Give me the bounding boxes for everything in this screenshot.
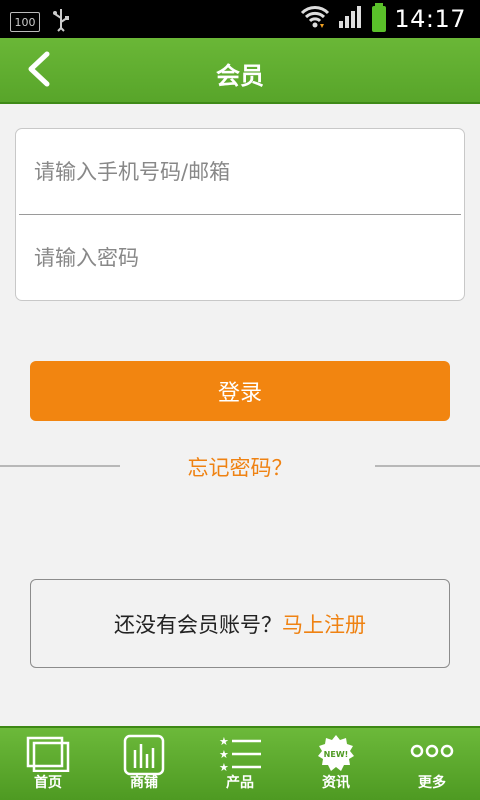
- svg-text:★: ★: [219, 735, 229, 748]
- phone-email-input[interactable]: [34, 160, 434, 184]
- divider-right: [375, 465, 480, 467]
- svg-text:NEW!: NEW!: [324, 750, 349, 759]
- tab-more[interactable]: 更多: [384, 728, 480, 800]
- home-icon: [26, 734, 70, 776]
- battery-icon: [372, 3, 387, 32]
- forgot-password-row: 忘记密码？: [0, 452, 480, 480]
- tab-products[interactable]: ★ ★ ★ 产品: [192, 728, 288, 800]
- news-badge-icon: NEW!: [316, 734, 356, 778]
- svg-text:★: ★: [219, 761, 229, 772]
- more-dots-icon: [410, 734, 454, 772]
- forgot-password-link[interactable]: 忘记密码？: [0, 452, 480, 482]
- battery-level-text: 100: [14, 15, 36, 29]
- title-bar: 会员: [0, 38, 480, 104]
- register-link[interactable]: 马上注册: [282, 609, 366, 639]
- bottom-tab-bar: 首页 商铺 ★ ★ ★ 产品 NEW! 资讯 更多: [0, 726, 480, 800]
- password-input[interactable]: [34, 246, 434, 270]
- login-form: [15, 128, 465, 301]
- login-button[interactable]: 登录: [30, 361, 450, 421]
- battery-level-indicator: 100: [10, 12, 40, 32]
- signal-icon: [338, 5, 364, 33]
- page-title: 会员: [216, 62, 264, 90]
- register-box: 还没有会员账号？ 马上注册: [30, 579, 450, 668]
- product-list-icon: ★ ★ ★: [218, 734, 262, 776]
- password-field: [16, 215, 464, 301]
- register-prompt: 还没有会员账号？: [114, 612, 282, 637]
- shop-chart-icon: [123, 734, 165, 780]
- tab-news[interactable]: NEW! 资讯: [288, 728, 384, 800]
- usb-icon: [52, 8, 70, 36]
- tab-more-label: 更多: [418, 775, 446, 791]
- tab-home[interactable]: 首页: [0, 728, 96, 800]
- wifi-icon: [300, 4, 330, 34]
- phone-email-field: [16, 129, 464, 215]
- svg-text:★: ★: [219, 748, 229, 761]
- clock: 14:17: [394, 5, 466, 33]
- tab-shop[interactable]: 商铺: [96, 728, 192, 800]
- status-bar: 100 14:17: [0, 0, 480, 38]
